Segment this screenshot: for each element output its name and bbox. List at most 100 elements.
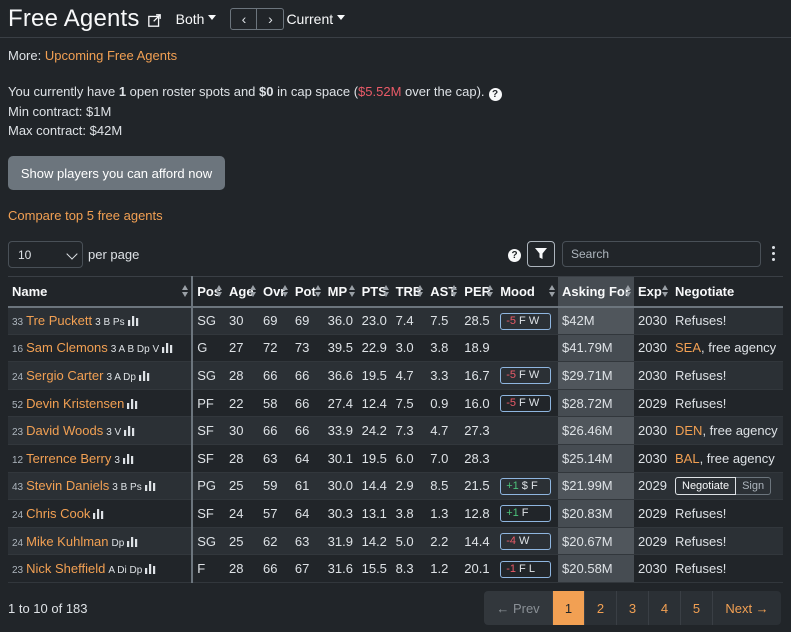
open-spots: 1 [118, 84, 127, 99]
bar-chart-icon[interactable] [138, 370, 150, 381]
negotiate-button[interactable]: Negotiate [675, 476, 737, 495]
cell-negotiate: Refuses! [671, 555, 783, 583]
bar-chart-icon[interactable] [124, 425, 135, 437]
per-page-select[interactable]: 10 [8, 241, 83, 268]
player-name-link[interactable]: Nick Sheffield [26, 561, 105, 576]
prev-page-button[interactable]: ← Prev [484, 591, 553, 625]
column-header-asking-for[interactable]: Asking For [558, 276, 635, 307]
season-label: Current [286, 10, 334, 27]
cell-pos: SG [197, 533, 216, 549]
team-link[interactable]: BAL [675, 451, 700, 466]
column-header-ovr[interactable]: Ovr [259, 277, 291, 307]
mood-badge[interactable]: -5 F W [500, 312, 552, 330]
column-header-exp[interactable]: Exp [634, 277, 671, 307]
cell-per: 28.5 [464, 313, 490, 329]
player-name-link[interactable]: Sergio Carter [26, 368, 103, 383]
column-header-negotiate[interactable]: Negotiate [671, 277, 783, 307]
caret-down-icon [208, 15, 217, 20]
player-name-link[interactable]: Mike Kuhlman [26, 534, 108, 549]
mood-badge[interactable]: +1 $ F [500, 477, 552, 495]
cell-negotiate: SEA, free agency [671, 334, 783, 362]
sort-icon [451, 285, 458, 298]
help-icon[interactable]: ? [488, 88, 502, 101]
season-dropdown[interactable]: Current [286, 10, 346, 27]
column-header-mp[interactable]: MP [324, 277, 358, 307]
negotiate-status: Refuses! [675, 505, 727, 521]
table-body: 33 Tre Puckett 3 B Ps SG 30 69 69 36.0 23.0 7.4 7.… [8, 306, 783, 583]
column-header-trb[interactable]: TRB [392, 277, 427, 307]
column-header-pot[interactable]: Pot [291, 277, 324, 307]
cell-ast: 0.9 [430, 395, 449, 411]
compare-top-5-link[interactable]: Compare top 5 free agents [8, 208, 163, 223]
team-link[interactable]: DEN [675, 423, 702, 438]
external-link-icon[interactable] [147, 14, 161, 27]
bar-chart-icon[interactable] [122, 453, 134, 464]
bar-chart-icon[interactable] [93, 508, 104, 519]
table-row: 24 Sergio Carter 3 A Dp SG 28 66 66 36.6 19.5 4.7… [8, 361, 783, 390]
page-5-button[interactable]: 5 [681, 591, 713, 625]
page-1-button[interactable]: 1 [553, 591, 585, 625]
sign-button[interactable]: Sign [736, 476, 772, 495]
player-name-link[interactable]: Devin Kristensen [26, 396, 124, 411]
bar-chart-icon[interactable] [145, 563, 156, 575]
bar-chart-icon[interactable] [127, 398, 138, 409]
column-header-ast[interactable]: AST [426, 277, 460, 307]
negotiate-status: Refuses! [675, 313, 727, 329]
bar-chart-icon[interactable] [144, 480, 156, 492]
upcoming-free-agents-link[interactable]: Upcoming Free Agents [45, 48, 177, 63]
search-input[interactable] [562, 241, 761, 267]
column-header-pos[interactable]: Pos [192, 277, 225, 307]
more-options-icon[interactable] [772, 246, 776, 262]
next-season-button[interactable]: › [257, 7, 285, 30]
cell-pts: 13.1 [361, 505, 387, 521]
column-header-age[interactable]: Age [225, 277, 259, 307]
player-skills: 3 B Ps [112, 482, 142, 494]
page-4-button[interactable]: 4 [649, 591, 681, 625]
bar-chart-icon[interactable] [127, 536, 138, 547]
table-header-row: Name Pos Age Ovr Pot MP PTS TRB AST PER Mood Asking… [8, 276, 783, 307]
help-icon[interactable]: ? [508, 249, 521, 262]
cell-exp: 2029 [638, 395, 667, 411]
player-cell: 43 Stevin Daniels 3 B Ps [8, 472, 194, 500]
next-page-button[interactable]: Next → [713, 591, 781, 625]
mood-badge[interactable]: +1 F [500, 505, 552, 523]
sort-icon [549, 285, 556, 298]
column-header-pts[interactable]: PTS [358, 277, 392, 307]
player-name-link[interactable]: Terrence Berry [26, 451, 111, 466]
afford-players-button[interactable]: Show players you can afford now [8, 156, 225, 190]
mood-traits: F W [515, 369, 540, 382]
mood-badge[interactable]: -5 F W [500, 367, 552, 385]
team-link[interactable]: SEA [675, 340, 701, 355]
column-header-per[interactable]: PER [460, 277, 496, 307]
player-name-link[interactable]: Tre Puckett [26, 313, 92, 328]
cell-exp: 2030 [638, 423, 667, 439]
page-2-button[interactable]: 2 [585, 591, 617, 625]
cell-per: 28.3 [464, 450, 490, 466]
player-name-link[interactable]: Sam Clemons [26, 340, 108, 355]
mood-badge[interactable]: -4 W [500, 533, 552, 551]
column-header-mood[interactable]: Mood [496, 277, 558, 307]
cell-pot: 61 [294, 478, 310, 494]
cell-age: 22 [229, 395, 244, 411]
player-filter-dropdown[interactable]: Both [176, 11, 217, 27]
bar-chart-icon[interactable] [162, 342, 173, 354]
player-name-link[interactable]: Stevin Daniels [26, 478, 109, 493]
cell-asking-for: $20.58M [558, 554, 635, 583]
player-rank: 16 [12, 344, 24, 356]
cell-age: 28 [229, 450, 244, 466]
page-3-button[interactable]: 3 [617, 591, 649, 625]
cell-mp: 39.5 [327, 340, 353, 356]
column-header-name[interactable]: Name [8, 276, 194, 307]
filter-button[interactable] [527, 241, 555, 267]
player-name-link[interactable]: David Woods [26, 423, 103, 438]
player-rank: 23 [12, 565, 24, 577]
mood-badge[interactable]: -5 F W [500, 395, 552, 413]
player-name-link[interactable]: Chris Cook [26, 506, 90, 521]
mood-value: -5 [506, 369, 516, 382]
cell-mood: -5 F W [496, 389, 558, 417]
mood-badge[interactable]: -1 F L [500, 560, 552, 578]
prev-season-button[interactable]: ‹ [230, 7, 258, 30]
cell-negotiate: Refuses! [671, 389, 783, 417]
cell-ovr: 66 [262, 423, 278, 439]
bar-chart-icon[interactable] [127, 315, 139, 327]
